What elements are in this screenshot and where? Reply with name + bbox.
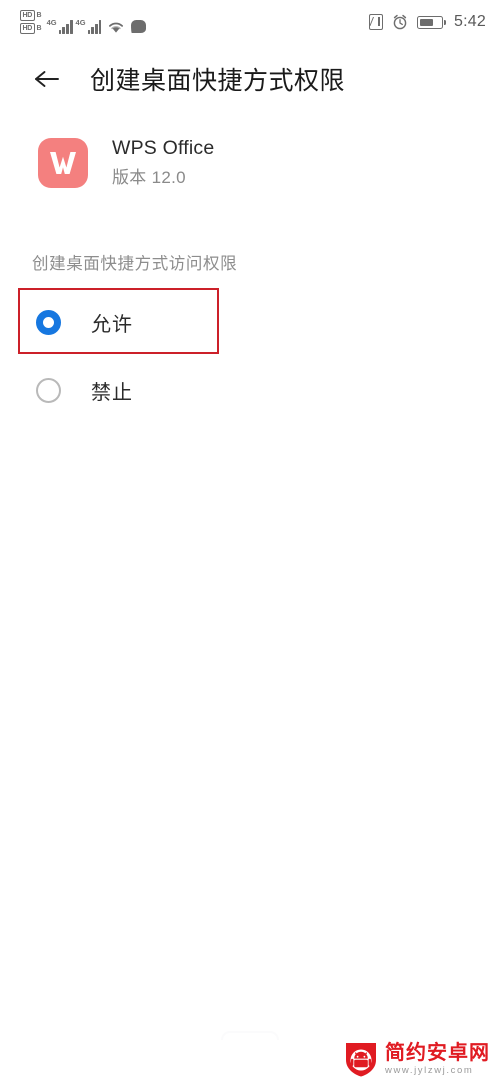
chat-bubble-icon [131,20,147,33]
wps-office-app-icon [38,137,88,188]
page-title: 创建桌面快捷方式权限 [90,67,346,95]
watermark-url: www.jylzwj.com [385,1065,474,1076]
permission-options-list: 允许 禁止 [0,288,500,424]
signal-indicator-sim1: 4G [47,19,73,34]
app-bar: 创建桌面快捷方式权限 [0,50,500,108]
hd-badge-icon: HD [20,10,35,21]
hd-sub-label: B [36,24,42,32]
network-type-label: 4G [46,18,57,27]
watermark-title: 简约安卓网 [385,1042,490,1064]
app-info-row: WPS Office 版本 12.0 [0,137,500,188]
nfc-icon [369,14,384,30]
wifi-icon [107,19,125,34]
app-meta: WPS Office 版本 12.0 [112,137,214,188]
permission-option-label: 允许 [91,313,133,336]
permission-section-label: 创建桌面快捷方式访问权限 [32,255,238,273]
hd-badge-icon: HD [20,23,35,34]
status-bar-left: HD B HD B 4G 4G [20,10,147,34]
back-arrow-icon[interactable] [30,62,64,96]
hd-sub-label: B [36,11,42,19]
signal-bars-icon [58,19,73,34]
radio-button-allow[interactable] [36,309,61,335]
phone-screen: HD B HD B 4G 4G 5:42 创建桌面快捷方式权限 WPS Offi… [0,0,500,1084]
hd-indicator-sim1: HD B [20,10,42,21]
radio-button-forbid[interactable] [36,377,61,403]
hd-indicator-sim2: HD B [20,23,42,34]
network-type-label: 4G [75,18,86,27]
permission-option-label: 禁止 [91,381,133,404]
status-bar-right: 5:42 [369,13,486,31]
volte-hd-indicators: HD B HD B [20,10,42,34]
permission-option-allow[interactable]: 允许 [0,288,500,356]
status-bar: HD B HD B 4G 4G 5:42 [0,0,500,44]
app-name: WPS Office [112,137,215,159]
permission-option-forbid[interactable]: 禁止 [0,356,500,424]
clock-label: 5:42 [454,13,486,30]
watermark-text: 简约安卓网 www.jylzwj.com [385,1042,490,1076]
app-version: 版本 12.0 [112,168,186,187]
alarm-icon [392,14,408,30]
android-shield-icon [344,1040,378,1078]
signal-indicator-sim2: 4G [76,19,102,34]
signal-bars-icon [87,19,102,34]
site-watermark: 简约安卓网 www.jylzwj.com [344,1040,490,1078]
navigation-gesture-hint [221,1031,279,1040]
battery-icon [417,15,447,29]
